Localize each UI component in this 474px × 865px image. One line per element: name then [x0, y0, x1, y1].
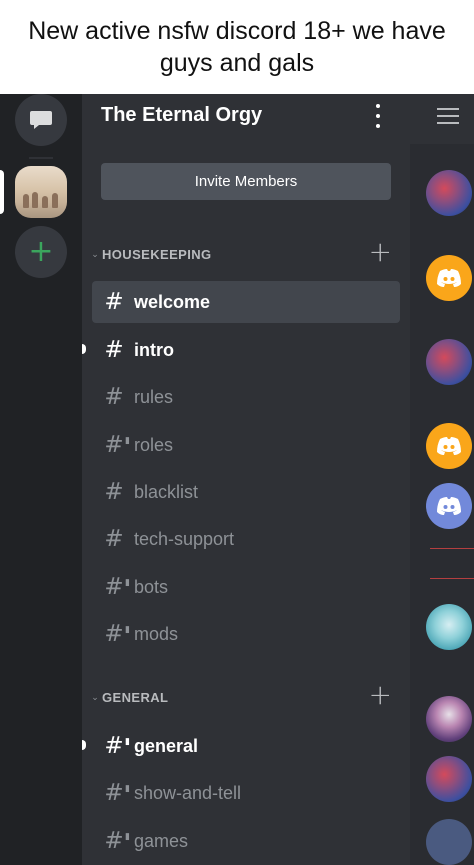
- channel-bots[interactable]: # ▮ bots: [92, 566, 400, 608]
- hash-icon: #: [104, 526, 124, 552]
- channel-label: tech-support: [134, 528, 235, 549]
- channel-show-and-tell[interactable]: # ▮ show-and-tell: [92, 772, 400, 814]
- discord-logo-icon: [437, 269, 461, 287]
- hash-icon: #: [104, 384, 124, 410]
- channel-label: general: [134, 735, 199, 756]
- channel-panel: The Eternal Orgy Invite Members ⌄ HOUSEK…: [82, 94, 410, 865]
- add-channel-plus-icon[interactable]: +: [369, 238, 392, 266]
- member-avatar[interactable]: [426, 170, 472, 216]
- category-label: HOUSEKEEPING: [102, 246, 212, 262]
- channel-label: roles: [134, 434, 174, 455]
- caption-text: New active nsfw discord 18+ we have guys…: [28, 17, 446, 77]
- member-avatar[interactable]: [426, 756, 472, 802]
- channel-blacklist[interactable]: # blacklist: [92, 471, 400, 513]
- channel-label: blacklist: [134, 481, 199, 502]
- chevron-down-icon: ⌄: [91, 691, 99, 702]
- locked-hash-icon: # ▮: [104, 733, 130, 759]
- rail-separator: [29, 157, 53, 159]
- selected-server-indicator: [0, 170, 4, 214]
- member-avatar[interactable]: [426, 604, 472, 650]
- channel-label: show-and-tell: [134, 782, 242, 803]
- chat-bubble-icon: [30, 111, 52, 129]
- discord-logo-icon: [437, 437, 461, 455]
- locked-hash-icon: # ▮: [104, 574, 130, 600]
- plus-icon: +: [28, 234, 54, 269]
- channel-tech-support[interactable]: # tech-support: [92, 518, 400, 560]
- channel-roles[interactable]: # ▮ roles: [92, 424, 400, 466]
- divider: [430, 548, 474, 549]
- channel-rules[interactable]: # rules: [92, 376, 400, 418]
- add-server-button[interactable]: +: [15, 226, 67, 278]
- channel-label: games: [134, 830, 189, 851]
- kebab-menu-icon[interactable]: [372, 104, 384, 128]
- member-avatar[interactable]: [426, 696, 472, 742]
- channel-label: intro: [134, 339, 174, 360]
- locked-hash-icon: # ▮: [104, 621, 130, 647]
- invite-members-button[interactable]: Invite Members: [101, 163, 391, 200]
- unread-indicator: [82, 344, 86, 354]
- channel-label: bots: [134, 576, 169, 597]
- divider: [430, 578, 474, 579]
- hash-icon: #: [104, 289, 124, 315]
- category-housekeeping[interactable]: ⌄ HOUSEKEEPING +: [88, 238, 404, 266]
- locked-hash-icon: # ▮: [104, 780, 130, 806]
- server-name[interactable]: The Eternal Orgy: [101, 104, 262, 127]
- locked-hash-icon: # ▮: [104, 432, 130, 458]
- discord-logo-icon: [437, 497, 461, 515]
- hamburger-icon[interactable]: [437, 108, 459, 124]
- channel-label: mods: [134, 623, 179, 644]
- unread-indicator: [82, 740, 86, 750]
- channel-welcome[interactable]: # welcome: [92, 281, 400, 323]
- channel-mods[interactable]: # ▮ mods: [92, 613, 400, 655]
- category-label: GENERAL: [102, 689, 169, 705]
- channel-label: rules: [134, 386, 174, 407]
- channel-general[interactable]: # ▮ general: [82, 725, 400, 767]
- direct-messages-button[interactable]: [15, 94, 67, 146]
- chevron-down-icon: ⌄: [91, 248, 99, 259]
- member-avatar-discord-default[interactable]: [426, 255, 472, 301]
- category-general[interactable]: ⌄ GENERAL +: [88, 681, 404, 709]
- hash-icon: #: [104, 337, 124, 363]
- member-avatar-discord-default[interactable]: [426, 483, 472, 529]
- member-list-header: [410, 94, 474, 144]
- meme-caption: New active nsfw discord 18+ we have guys…: [0, 0, 474, 94]
- hash-icon: #: [104, 479, 124, 505]
- locked-hash-icon: # ▮: [104, 828, 130, 854]
- channel-label: welcome: [134, 291, 211, 312]
- channel-intro[interactable]: # intro: [82, 329, 400, 371]
- member-avatar[interactable]: [426, 339, 472, 385]
- member-avatar-discord-default[interactable]: [426, 423, 472, 469]
- server-icon-eternal-orgy[interactable]: [15, 166, 67, 218]
- server-rail: +: [0, 94, 82, 865]
- channel-games[interactable]: # ▮ games: [92, 820, 400, 862]
- add-channel-plus-icon[interactable]: +: [369, 681, 392, 709]
- discord-app: + The Eternal Orgy Invite Members ⌄ HOUS…: [0, 94, 474, 865]
- member-avatar[interactable]: [426, 819, 472, 865]
- member-list-panel: [410, 94, 474, 865]
